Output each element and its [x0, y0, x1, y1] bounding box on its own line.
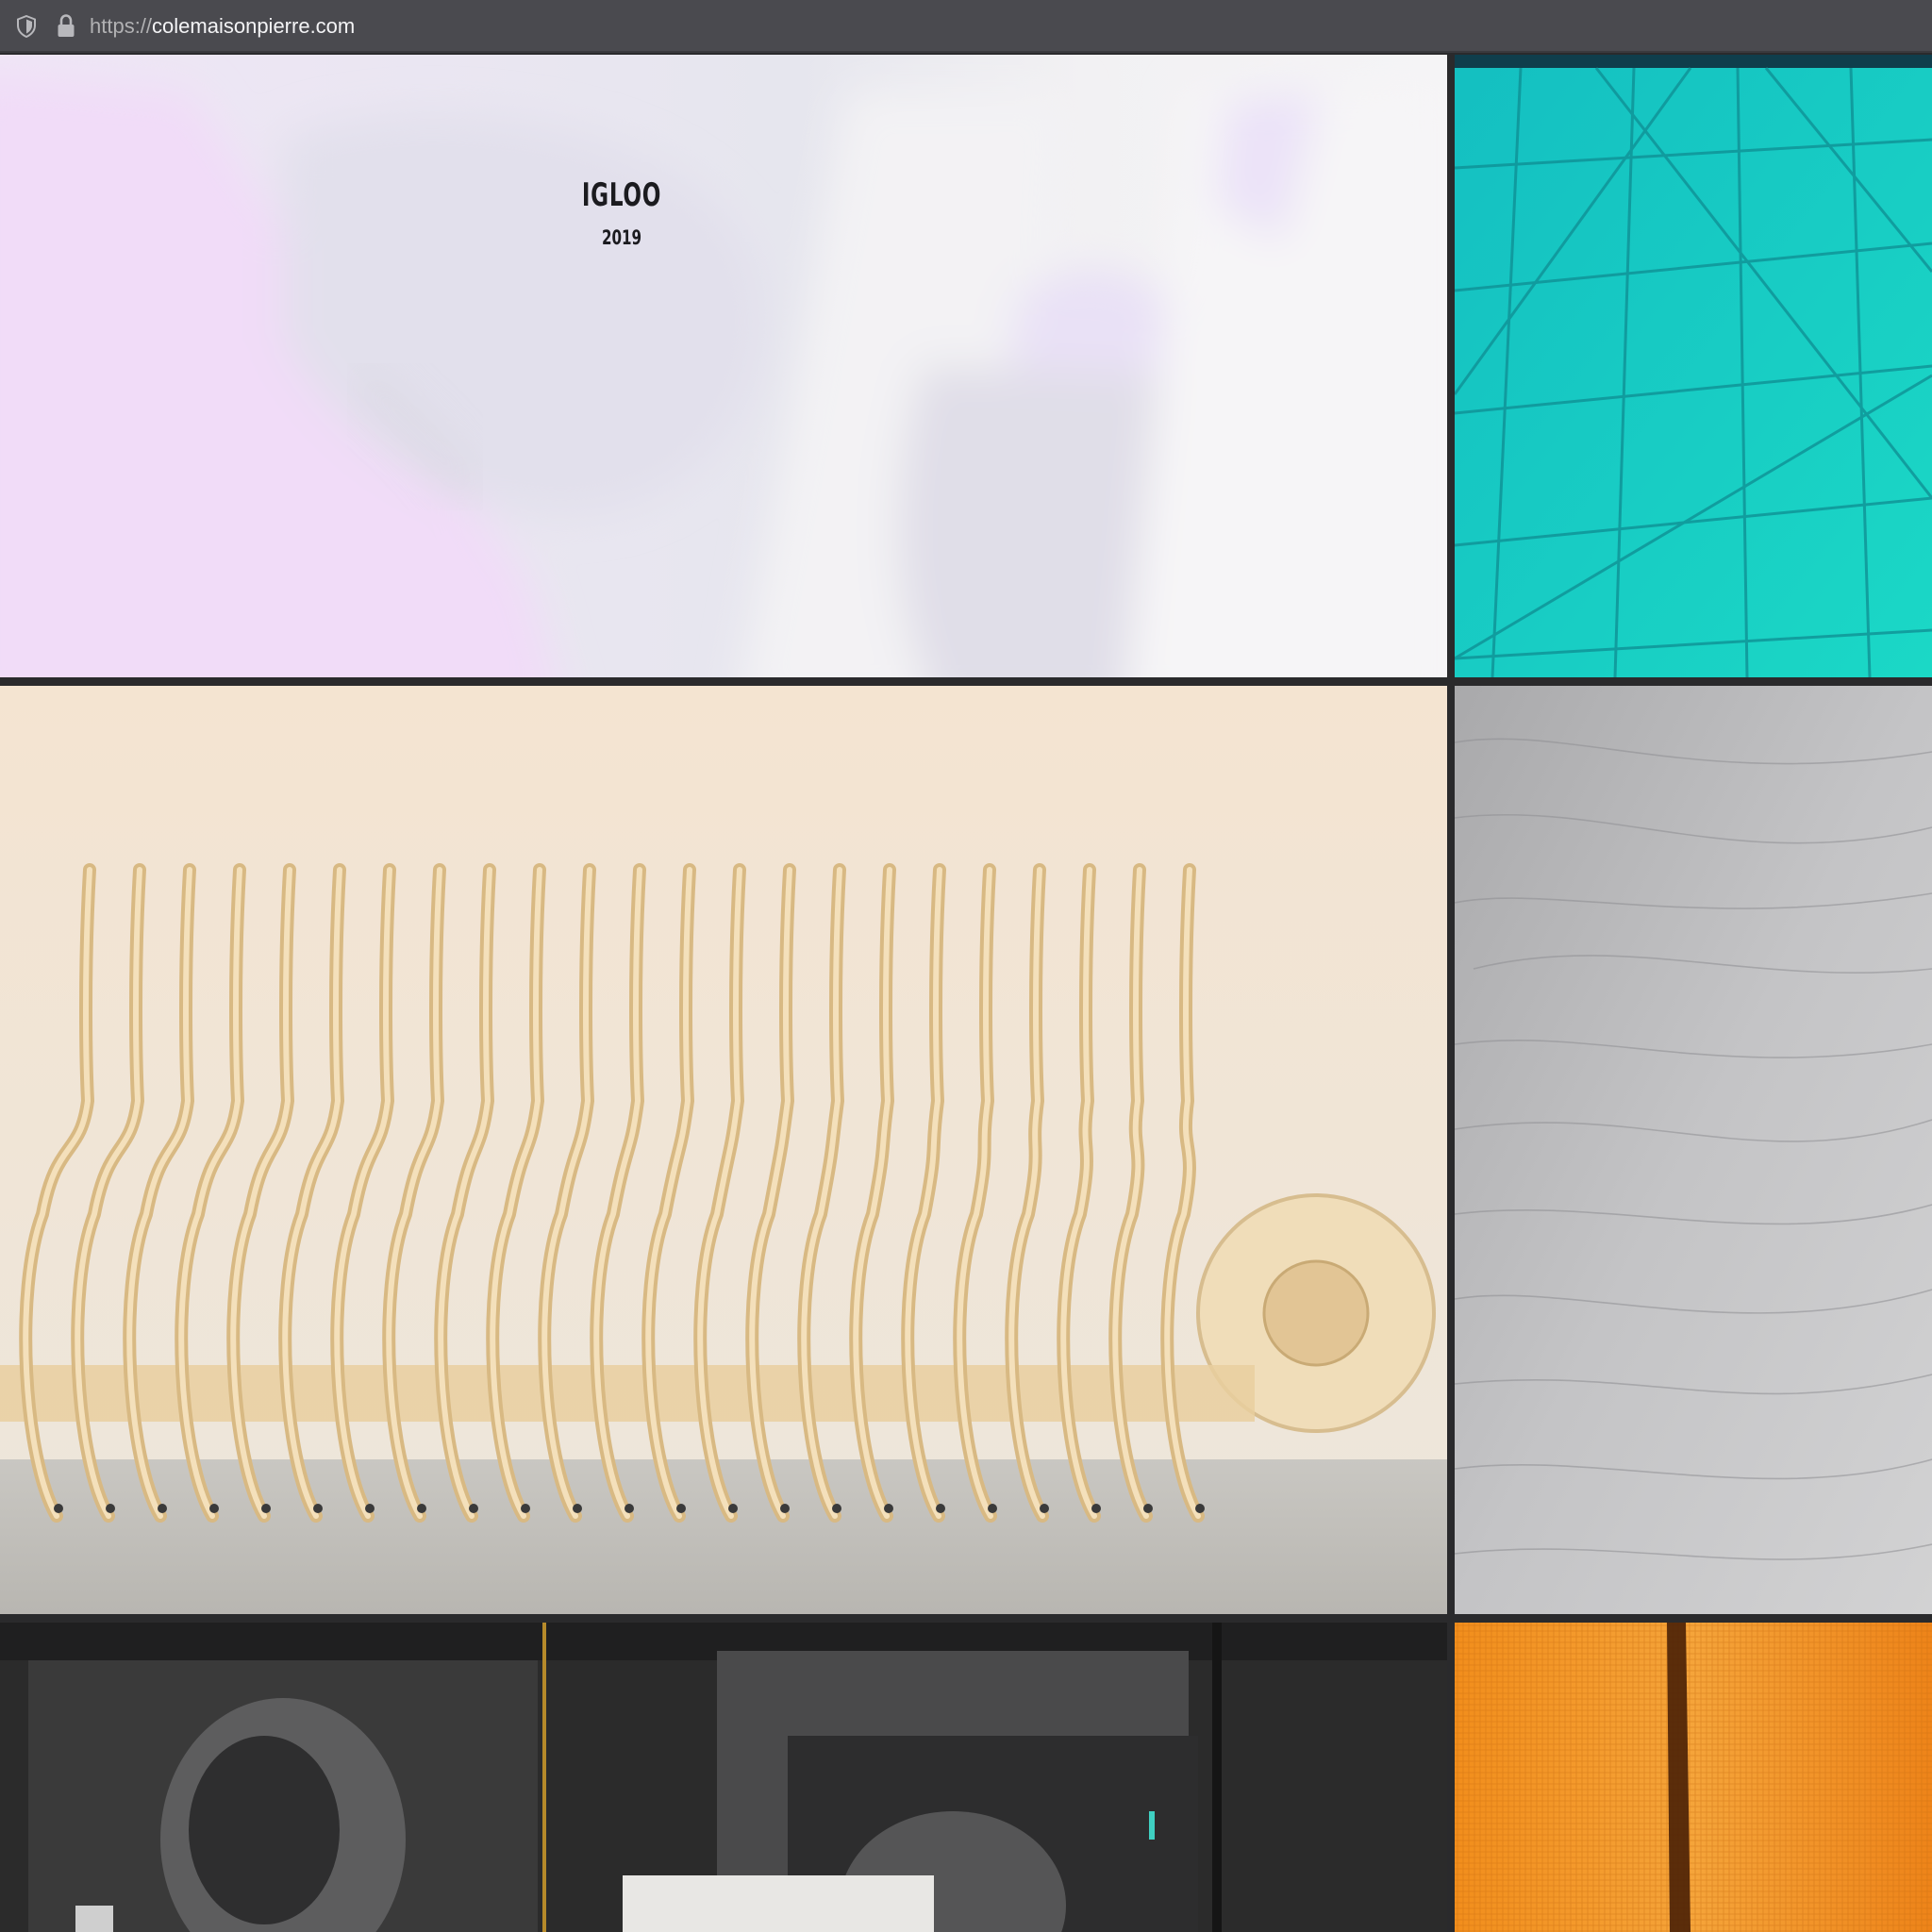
project-tile-plywood[interactable] [1455, 686, 1932, 1614]
project-title[interactable]: IGLOO [199, 175, 1044, 216]
project-tile-igloo[interactable]: IGLOO 2019 [0, 55, 1447, 677]
turquoise-image [1455, 55, 1932, 677]
bench-foot [158, 1504, 167, 1513]
bench-foot [313, 1504, 323, 1513]
bench-foot [1195, 1504, 1205, 1513]
bench-foot [573, 1504, 582, 1513]
bench-foot [884, 1504, 893, 1513]
wooden-bench-image [0, 686, 1447, 1614]
bench-foot [832, 1504, 841, 1513]
orange-fabric-image [1455, 1623, 1932, 1932]
lock-icon[interactable] [57, 14, 75, 39]
igloo-hero-image [0, 55, 1447, 677]
bench-foot [780, 1504, 790, 1513]
project-tile-orange[interactable] [1455, 1623, 1932, 1932]
bench-foot [469, 1504, 478, 1513]
bench-foot [936, 1504, 945, 1513]
bench-foot [625, 1504, 634, 1513]
project-year: 2019 [601, 226, 642, 249]
bench-foot [988, 1504, 997, 1513]
bench-foot [106, 1504, 115, 1513]
bench-foot [261, 1504, 271, 1513]
project-tile-studio[interactable] [0, 1623, 1447, 1932]
bench-foot [1040, 1504, 1049, 1513]
bench-foot [54, 1504, 63, 1513]
bench-foot [417, 1504, 426, 1513]
bench-foot [728, 1504, 738, 1513]
project-tile-turquoise[interactable] [1455, 55, 1932, 677]
bench-foot [676, 1504, 686, 1513]
bench-foot [1091, 1504, 1101, 1513]
url-host: colemaisonpierre.com [152, 14, 356, 38]
url-text[interactable]: https://colemaisonpierre.com [90, 13, 355, 40]
bench-foot [365, 1504, 375, 1513]
url-scheme: https:// [90, 14, 153, 38]
bench-foot [209, 1504, 219, 1513]
grey-plywood-image [1455, 686, 1932, 1614]
bench-foot [1143, 1504, 1153, 1513]
project-tile-bench[interactable] [0, 686, 1447, 1614]
bench-foot [521, 1504, 530, 1513]
shield-icon[interactable] [16, 15, 37, 38]
browser-url-bar[interactable]: https://colemaisonpierre.com [0, 0, 1932, 53]
project-caption[interactable]: IGLOO 2019 [0, 175, 1243, 251]
studio-projection-image [0, 1623, 1447, 1932]
